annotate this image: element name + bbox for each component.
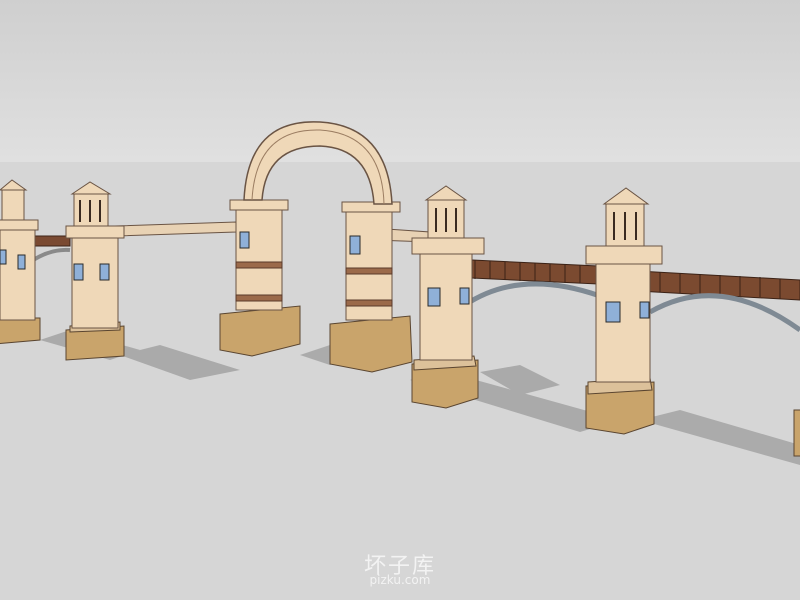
pillar-6-partial xyxy=(793,409,800,457)
sky xyxy=(0,0,800,162)
sketchup-scene xyxy=(0,0,800,600)
